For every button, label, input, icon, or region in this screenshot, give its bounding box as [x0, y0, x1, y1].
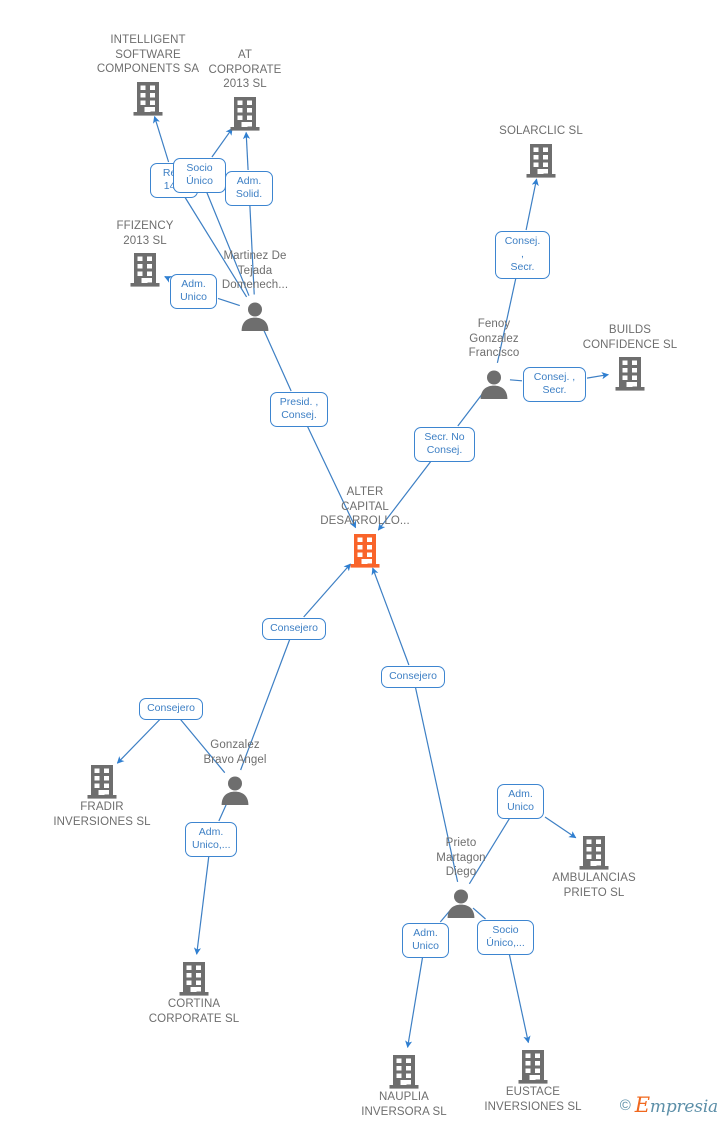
- node-cortina[interactable]: CORTINA CORPORATE SL: [124, 957, 264, 1026]
- role-label-consej_sec_2[interactable]: Consej. , Secr.: [523, 367, 586, 402]
- node-label: SOLARCLIC SL: [499, 125, 583, 137]
- building-icon: [615, 357, 645, 391]
- node-label: EUSTACE INVERSIONES SL: [484, 1086, 582, 1113]
- building-icon: [518, 1050, 548, 1084]
- node-label: Prieto Martagon Diego: [436, 837, 486, 878]
- node-label: AMBULANCIAS PRIETO SL: [552, 872, 636, 899]
- copyright-icon: ©: [619, 1096, 631, 1114]
- node-icon: [471, 141, 611, 179]
- node-icon: [175, 94, 315, 132]
- person-icon: [447, 889, 475, 918]
- node-icon: [524, 833, 664, 871]
- building-icon: [579, 836, 609, 870]
- role-label-adm_unico_c[interactable]: Adm. Unico,...: [185, 822, 237, 857]
- edge-prieto-to-nauplia-arrow: [405, 956, 424, 1049]
- edge-prieto-to-eustace-arrow: [508, 953, 531, 1044]
- edge-martinez-to-intelligent-arrow: [152, 115, 170, 163]
- building-icon: [230, 96, 260, 131]
- node-icon: [463, 1047, 603, 1085]
- person-icon: [221, 776, 249, 805]
- person-icon: [241, 302, 269, 331]
- node-fradir[interactable]: FRADIR INVERSIONES SL: [32, 760, 172, 829]
- node-icon: [391, 880, 531, 918]
- brand-initial: E: [634, 1093, 650, 1117]
- building-icon: [179, 962, 209, 996]
- brand-rest: mpresia: [649, 1097, 718, 1117]
- node-icon: [334, 1052, 474, 1090]
- role-label-consejero_3[interactable]: Consejero: [139, 698, 203, 720]
- node-label: BUILDS CONFIDENCE SL: [582, 324, 678, 351]
- building-icon: [87, 765, 117, 799]
- node-icon: [165, 767, 305, 805]
- node-label: Fenoy Gonzalez Francisco: [468, 318, 520, 359]
- node-label: AT CORPORATE 2013 SL: [208, 49, 282, 90]
- building-icon: [389, 1055, 419, 1089]
- node-label: FFIZENCY 2013 SL: [116, 220, 174, 247]
- node-solarclic[interactable]: SOLARCLIC SL: [471, 124, 611, 179]
- node-icon: [295, 531, 435, 569]
- node-atcorporate[interactable]: AT CORPORATE 2013 SL: [175, 48, 315, 132]
- building-icon: [133, 81, 163, 116]
- node-gonzalez[interactable]: Gonzalez Bravo Angel: [165, 737, 305, 806]
- building-icon: [350, 533, 380, 568]
- node-alter[interactable]: ALTER CAPITAL DESARROLLO...: [295, 485, 435, 569]
- role-label-adm_solid[interactable]: Adm. Solid.: [225, 171, 273, 206]
- building-icon: [526, 143, 556, 178]
- node-label: ALTER CAPITAL DESARROLLO...: [320, 486, 410, 527]
- node-icon: [32, 762, 172, 800]
- node-prieto[interactable]: Prieto Martagon Diego: [391, 835, 531, 919]
- node-label: Gonzalez Bravo Angel: [203, 739, 267, 766]
- building-icon: [130, 253, 160, 287]
- role-label-socio_unico2[interactable]: Socio Único,...: [477, 920, 534, 955]
- node-label: FRADIR INVERSIONES SL: [53, 801, 151, 828]
- role-label-presid[interactable]: Presid. , Consej.: [270, 392, 328, 427]
- role-label-socio_unico[interactable]: Socio Único: [173, 158, 226, 193]
- node-icon: [124, 959, 264, 997]
- node-eustace[interactable]: EUSTACE INVERSIONES SL: [463, 1045, 603, 1114]
- role-label-consej_sec_1[interactable]: Consej. , Secr.: [495, 231, 550, 279]
- role-label-consejero_2[interactable]: Consejero: [381, 666, 445, 688]
- role-label-secr_no[interactable]: Secr. No Consej.: [414, 427, 475, 462]
- edge-gonzalez-to-fradir-arrow: [116, 718, 161, 764]
- role-label-adm_unico_ff[interactable]: Adm. Unico: [170, 274, 217, 309]
- edge-gonzalez-to-cortina-arrow: [193, 855, 210, 955]
- node-label: CORTINA CORPORATE SL: [148, 998, 240, 1025]
- role-label-adm_unico_am[interactable]: Adm. Unico: [497, 784, 544, 819]
- relationship-diagram: INTELLIGENT SOFTWARE COMPONENTS SA AT COR…: [0, 0, 728, 1125]
- role-label-consejero_1[interactable]: Consejero: [262, 618, 326, 640]
- node-ambulancias[interactable]: AMBULANCIAS PRIETO SL: [524, 831, 664, 900]
- edge-martinez-to-atcorporate-arrow: [211, 127, 233, 158]
- edge-gonzalez-to-alter-arrow: [303, 563, 351, 618]
- person-icon: [480, 370, 508, 399]
- edge-martinez-to-alter-stem: [261, 324, 292, 392]
- edge-fenoy-to-solarclic-arrow: [525, 178, 539, 231]
- edge-prieto-to-alter-arrow: [371, 567, 410, 666]
- node-nauplia[interactable]: NAUPLIA INVERSORA SL: [334, 1050, 474, 1119]
- role-label-adm_unico_na[interactable]: Adm. Unico: [402, 923, 449, 958]
- edge-martinez-to-atcorporate-arrow: [242, 131, 251, 171]
- empresia-watermark: © Empresia: [620, 1093, 718, 1117]
- brand-name: Empresia: [635, 1093, 718, 1117]
- node-label: NAUPLIA INVERSORA SL: [361, 1091, 447, 1118]
